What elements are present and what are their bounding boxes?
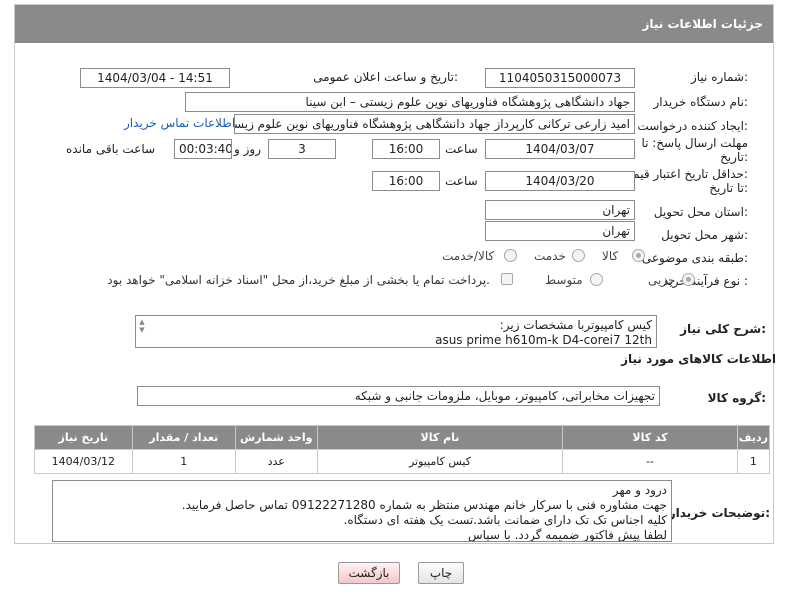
buyer-contact-link[interactable]: اطلاعات تماس خریدار xyxy=(124,116,235,130)
price-time-label: ساعت xyxy=(445,174,478,188)
general-description-label: شرح کلی نیاز: xyxy=(680,322,766,336)
general-description-box[interactable]: کیس کامپیوتربا مشخصات زیر: asus prime h6… xyxy=(135,315,657,348)
header-goods-name: نام کالا xyxy=(316,425,564,450)
buyer-org-label: نام دستگاه خریدار: xyxy=(653,95,749,109)
remaining-time-label: ساعت باقی مانده xyxy=(66,142,156,156)
back-button[interactable]: بازگشت xyxy=(338,562,400,584)
header-quantity: تعداد / مقدار xyxy=(131,425,236,450)
requester-field[interactable]: امید زارعی ترکانی کارپرداز جهاد دانشگاهی… xyxy=(234,114,635,134)
delivery-province-label: استان محل تحویل: xyxy=(653,205,748,219)
price-validity-label-2: تا تاریخ: xyxy=(709,181,748,195)
category-option-goods: کالا xyxy=(602,249,619,263)
category-option-service: خدمت xyxy=(534,249,566,263)
reply-deadline-label-2: تاریخ: xyxy=(720,150,748,164)
category-radio-goods[interactable] xyxy=(632,249,645,262)
announce-datetime-label: تاریخ و ساعت اعلان عمومی: xyxy=(313,70,458,84)
print-button[interactable]: چاپ xyxy=(418,562,464,584)
process-option-minor: جزیی xyxy=(648,273,676,287)
buyer-notes-line-1: درود و مهر xyxy=(612,483,667,497)
goods-group-field[interactable]: تجهیزات مخابراتی، کامپیوتر، موبایل، ملزو… xyxy=(137,386,660,406)
buyer-notes-label: توضیحات خریدار: xyxy=(668,506,770,520)
header-goods-code: کد کالا xyxy=(562,425,738,450)
announce-datetime-field[interactable]: 1404/03/04 - 14:51 xyxy=(80,68,230,88)
buyer-notes-box[interactable]: درود و مهر جهت مشاوره فنی با سرکار خانم … xyxy=(52,480,672,542)
buyer-notes-line-4: لطفا پیش فاکتور ضمیمه گردد. با سپاس xyxy=(467,528,667,542)
requester-label: ایجاد کننده درخواست: xyxy=(637,119,748,133)
cell-goods-code: -- xyxy=(562,449,738,474)
remaining-time-field[interactable]: 00:03:40 xyxy=(174,139,232,159)
need-number-label: شماره نیاز: xyxy=(690,70,748,84)
general-description-line-1: کیس کامپیوتربا مشخصات زیر: xyxy=(499,318,652,332)
price-validity-label: حداقل تاریخ اعتبار قیمت: xyxy=(621,167,748,181)
treasury-payment-checkbox[interactable] xyxy=(501,273,513,285)
description-scroll-arrows[interactable]: ▲ ▼ xyxy=(138,318,146,334)
process-option-medium: متوسط xyxy=(545,273,583,287)
buyer-notes-line-3: کلیه اجناس تک تک دارای ضمانت باشد.تست یک… xyxy=(343,513,667,527)
panel-title: جزئیات اطلاعات نیاز xyxy=(15,5,773,43)
reply-deadline-label: مهلت ارسال پاسخ: تا xyxy=(641,136,748,150)
delivery-city-field[interactable]: تهران xyxy=(485,221,635,241)
general-description-line-2: asus prime h610m-k D4-corei7 12th xyxy=(435,333,652,347)
goods-info-title: اطلاعات کالاهای مورد نیاز xyxy=(621,352,776,366)
cell-goods-name: کیس کامپیوتر xyxy=(316,449,564,474)
header-need-date: تاریخ نیاز xyxy=(34,425,133,450)
cell-unit: عدد xyxy=(234,449,318,474)
table-row[interactable]: 1404/03/12 1 عدد کیس کامپیوتر -- 1 xyxy=(34,449,771,474)
reply-days-field[interactable]: 3 xyxy=(268,139,336,159)
cell-quantity: 1 xyxy=(131,449,236,474)
price-validity-date[interactable]: 1404/03/20 xyxy=(485,171,635,191)
need-number-field[interactable]: 1104050315000073 xyxy=(485,68,635,88)
reply-time-label: ساعت xyxy=(445,142,478,156)
category-label: طبقه بندی موضوعی: xyxy=(641,251,748,265)
category-radio-goods-service[interactable] xyxy=(504,249,517,262)
category-option-goods-service: کالا/خدمت xyxy=(442,249,495,263)
process-radio-minor[interactable] xyxy=(682,273,695,286)
cell-need-date: 1404/03/12 xyxy=(34,449,133,474)
cell-row: 1 xyxy=(736,449,771,474)
buyer-notes-line-2: جهت مشاوره فنی با سرکار خانم مهندس منتظر… xyxy=(181,498,667,512)
reply-deadline-time[interactable]: 16:00 xyxy=(372,139,440,159)
price-validity-time[interactable]: 16:00 xyxy=(372,171,440,191)
goods-table: تاریخ نیاز تعداد / مقدار واحد شمارش نام … xyxy=(34,425,771,474)
purchase-process-label: نوع فرآیند خرید : xyxy=(663,274,748,288)
delivery-province-field[interactable]: تهران xyxy=(485,200,635,220)
category-radio-service[interactable] xyxy=(572,249,585,262)
header-unit: واحد شمارش xyxy=(234,425,318,450)
header-row: ردیف xyxy=(736,425,771,450)
process-radio-medium[interactable] xyxy=(590,273,603,286)
reply-deadline-date[interactable]: 1404/03/07 xyxy=(485,139,635,159)
days-label: روز و xyxy=(234,142,261,156)
delivery-city-label: شهر محل تحویل: xyxy=(661,228,748,242)
treasury-payment-note: پرداخت تمام یا بخشی از مبلغ خرید،از محل … xyxy=(107,273,490,287)
buyer-org-field[interactable]: جهاد دانشگاهی پژوهشگاه فناوریهای نوین عل… xyxy=(185,92,635,112)
goods-group-label: گروه کالا: xyxy=(707,391,766,405)
